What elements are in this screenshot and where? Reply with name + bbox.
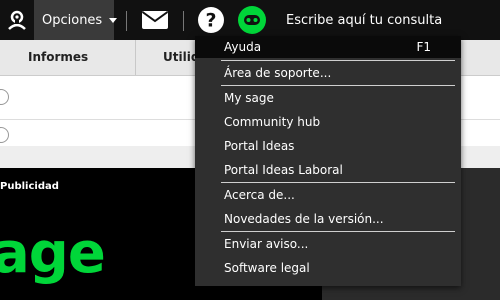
publicidad-label: Publicidad — [0, 181, 59, 192]
menu-item-label: Acerca de... — [224, 188, 295, 202]
help-dropdown-menu: Ayuda F1 Área de soporte... My sage Comm… — [195, 36, 461, 286]
sage-logo: age — [0, 221, 106, 286]
options-label: Opciones — [42, 12, 103, 28]
toolbar-divider — [126, 11, 127, 31]
menu-item-label: Portal Ideas Laboral — [224, 163, 343, 177]
menu-item-label: Ayuda — [224, 40, 262, 54]
search-input[interactable]: Escribe aquí tu consulta — [278, 8, 500, 34]
menu-item-novedades[interactable]: Novedades de la versión... — [195, 208, 461, 230]
toolbar-divider — [183, 11, 184, 31]
menu-item-label: Software legal — [224, 261, 310, 275]
menu-item-software-legal[interactable]: Software legal — [195, 257, 461, 279]
menu-item-ayuda[interactable]: Ayuda F1 — [195, 36, 461, 58]
menu-item-label: Community hub — [224, 115, 321, 129]
column-header-informes[interactable]: Informes — [28, 40, 88, 75]
caret-down-icon — [109, 17, 118, 23]
menu-item-area-soporte[interactable]: Área de soporte... — [195, 62, 461, 84]
menu-item-community-hub[interactable]: Community hub — [195, 111, 461, 133]
menu-item-enviar-aviso[interactable]: Enviar aviso... — [195, 233, 461, 255]
help-icon[interactable]: ? — [194, 0, 228, 40]
column-divider — [135, 40, 136, 75]
menu-item-label: Novedades de la versión... — [224, 212, 384, 226]
menu-item-label: My sage — [224, 91, 274, 105]
column-header-utilidades[interactable]: Utilid — [163, 40, 199, 75]
menu-item-acerca-de[interactable]: Acerca de... — [195, 184, 461, 206]
menu-separator — [221, 60, 455, 61]
person-help-icon[interactable] — [0, 0, 34, 40]
menu-item-label: Enviar aviso... — [224, 237, 309, 251]
menu-item-portal-ideas[interactable]: Portal Ideas — [195, 135, 461, 157]
menu-item-label: Área de soporte... — [224, 66, 332, 80]
menu-separator — [221, 182, 455, 183]
menu-separator — [221, 231, 455, 232]
radio-icon[interactable] — [0, 89, 9, 105]
copilot-bot-icon[interactable] — [234, 0, 270, 40]
menu-shortcut: F1 — [416, 40, 431, 54]
top-toolbar: Opciones ? Escribe aquí tu consulta — [0, 0, 500, 40]
radio-icon[interactable] — [0, 127, 9, 143]
menu-item-label: Portal Ideas — [224, 139, 295, 153]
menu-separator — [221, 85, 455, 86]
menu-item-my-sage[interactable]: My sage — [195, 87, 461, 109]
mail-icon[interactable] — [138, 0, 172, 40]
options-menu-button[interactable]: Opciones — [34, 0, 118, 40]
svg-text:?: ? — [205, 10, 216, 32]
menu-item-portal-ideas-laboral[interactable]: Portal Ideas Laboral — [195, 159, 461, 181]
